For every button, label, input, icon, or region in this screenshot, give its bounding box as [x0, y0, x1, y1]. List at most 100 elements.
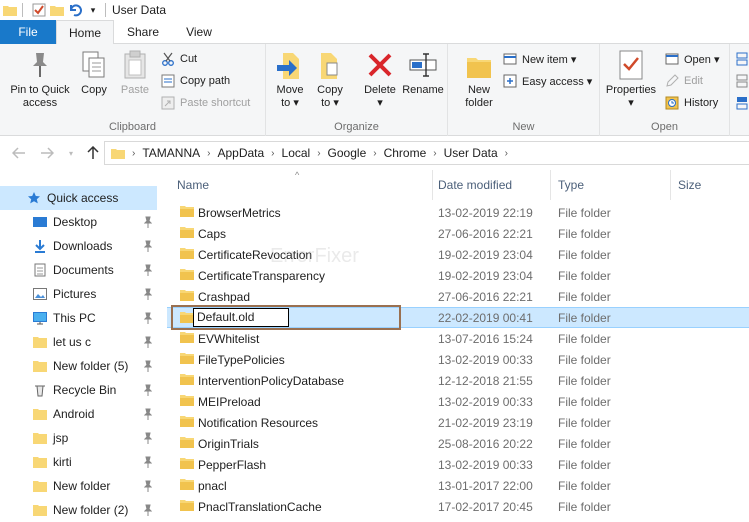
nav-documents[interactable]: Documents	[0, 258, 157, 282]
breadcrumb-google[interactable]: Google	[328, 146, 367, 160]
nav-kirti[interactable]: kirti	[0, 450, 157, 474]
pin-icon[interactable]	[143, 215, 153, 229]
column-header-type[interactable]: Type	[558, 170, 668, 200]
select-none-icon[interactable]	[736, 71, 748, 91]
copy-to-button[interactable]: Copy to ▾	[312, 48, 348, 110]
table-row[interactable]: BrowserMetrics 13-02-2019 22:19 File folde…	[167, 202, 749, 223]
edit-button[interactable]: Edit	[664, 71, 703, 91]
pin-icon[interactable]	[143, 359, 153, 373]
pin-icon[interactable]	[143, 503, 153, 517]
pin-icon[interactable]	[143, 383, 153, 397]
nav-android[interactable]: Android	[0, 402, 157, 426]
invert-selection-icon[interactable]	[736, 93, 748, 113]
paste-shortcut-button[interactable]: Paste shortcut	[160, 93, 250, 113]
breadcrumb-separator[interactable]: ›	[373, 148, 376, 159]
nav-new-folder[interactable]: New folder	[0, 474, 157, 498]
column-header-date[interactable]: Date modified	[438, 170, 553, 200]
breadcrumb-separator[interactable]: ›	[271, 148, 274, 159]
tab-file[interactable]: File	[0, 20, 56, 44]
pin-to-quick-access-button[interactable]: Pin to Quick access	[6, 48, 74, 110]
breadcrumb-separator[interactable]: ›	[207, 148, 210, 159]
address-box[interactable]: › TAMANNA › AppData › Local › Google › C…	[104, 141, 749, 165]
nav-pictures[interactable]: Pictures	[0, 282, 157, 306]
pin-icon[interactable]	[143, 263, 153, 277]
column-divider[interactable]	[670, 170, 671, 200]
table-row[interactable]: Crashpad 27-06-2016 22:21 File folder	[167, 286, 749, 307]
recent-locations-chevron-icon[interactable]: ▾	[62, 144, 80, 162]
new-folder-button[interactable]: New folder	[460, 48, 498, 110]
up-arrow-icon[interactable]	[84, 144, 102, 162]
new-folder-icon[interactable]	[49, 2, 65, 18]
pin-icon[interactable]	[143, 455, 153, 469]
breadcrumb-user-data[interactable]: User Data	[444, 146, 498, 160]
column-divider[interactable]	[550, 170, 551, 200]
table-row[interactable]: Notification Resources 21-02-2019 23:19 Fi…	[167, 412, 749, 433]
nav-recycle-bin[interactable]: Recycle Bin	[0, 378, 157, 402]
column-header-name[interactable]: Name	[177, 170, 432, 200]
nav-jsp[interactable]: jsp	[0, 426, 157, 450]
pin-icon[interactable]	[143, 431, 153, 445]
breadcrumb-local[interactable]: Local	[282, 146, 311, 160]
copy-path-button[interactable]: Copy path	[160, 71, 230, 91]
nav-this-pc[interactable]: This PC	[0, 306, 157, 330]
easy-access-button[interactable]: Easy access ▾	[502, 71, 592, 91]
column-divider[interactable]	[432, 170, 433, 200]
nav-let-us-c[interactable]: let us c	[0, 330, 157, 354]
table-row[interactable]: PnaclTranslationCache 17-02-2017 20:45 Fil…	[167, 496, 749, 517]
pin-icon[interactable]	[143, 311, 153, 325]
new-item-button[interactable]: New item ▾	[502, 49, 576, 69]
history-button[interactable]: History	[664, 93, 718, 113]
tab-view[interactable]: View	[172, 20, 226, 44]
nav-new-folder-5[interactable]: New folder (5)	[0, 354, 157, 378]
file-type: File folder	[558, 415, 611, 430]
breadcrumb-separator[interactable]: ›	[132, 148, 135, 159]
breadcrumb-separator[interactable]: ›	[505, 148, 508, 159]
undo-icon[interactable]	[67, 2, 83, 18]
copy-button[interactable]: Copy	[76, 48, 112, 97]
organize-group-label: Organize	[334, 121, 379, 133]
column-header-size[interactable]: Size	[678, 170, 738, 200]
pin-icon[interactable]	[143, 239, 153, 253]
table-row[interactable]: EVWhitelist 13-07-2016 15:24 File folder	[167, 328, 749, 349]
customize-toolbar-dropdown-icon[interactable]: ▾	[85, 2, 101, 18]
table-row[interactable]: CertificateTransparency 19-02-2019 23:04 F…	[167, 265, 749, 286]
table-row[interactable]: pnacl 13-01-2017 22:00 File folder	[167, 475, 749, 496]
pin-icon[interactable]	[143, 287, 153, 301]
table-row[interactable]: FileTypePolicies 13-02-2019 00:33 File fol…	[167, 349, 749, 370]
table-row[interactable]: CertificateRevocation 19-02-2019 23:04 Fil…	[167, 244, 749, 265]
table-row-selected[interactable]: Default.old 22-02-2019 00:41 File folder	[167, 307, 749, 328]
nav-new-folder-2[interactable]: New folder (2)	[0, 498, 157, 522]
back-arrow-icon[interactable]	[10, 144, 28, 162]
table-row[interactable]: PepperFlash 13-02-2019 00:33 File folder	[167, 454, 749, 475]
breadcrumb-appdata[interactable]: AppData	[217, 146, 264, 160]
breadcrumb-separator[interactable]: ›	[433, 148, 436, 159]
nav-desktop[interactable]: Desktop	[0, 210, 157, 234]
rename-input[interactable]: Default.old	[193, 308, 289, 327]
cut-button[interactable]: Cut	[160, 49, 197, 69]
file-type: File folder	[558, 205, 611, 220]
tab-share[interactable]: Share	[114, 20, 172, 44]
pin-icon[interactable]	[143, 407, 153, 421]
pin-icon[interactable]	[143, 335, 153, 349]
breadcrumb-separator[interactable]: ›	[317, 148, 320, 159]
file-name: Crashpad	[198, 289, 251, 304]
nav-quick-access[interactable]: Quick access	[0, 186, 157, 210]
table-row[interactable]: InterventionPolicyDatabase 12-12-2018 21:…	[167, 370, 749, 391]
table-row[interactable]: OriginTrials 25-08-2016 20:22 File folder	[167, 433, 749, 454]
properties-button[interactable]: Properties ▾	[602, 48, 660, 110]
tab-home[interactable]: Home	[56, 20, 114, 45]
forward-arrow-icon[interactable]	[38, 144, 56, 162]
rename-button[interactable]: Rename	[400, 48, 446, 97]
nav-downloads[interactable]: Downloads	[0, 234, 157, 258]
breadcrumb-chrome[interactable]: Chrome	[384, 146, 427, 160]
open-button[interactable]: Open ▾	[664, 49, 720, 69]
properties-checkmark-icon[interactable]	[31, 2, 47, 18]
table-row[interactable]: Caps 27-06-2016 22:21 File folder	[167, 223, 749, 244]
breadcrumb-tamanna[interactable]: TAMANNA	[142, 146, 200, 160]
delete-button[interactable]: Delete ▾	[360, 48, 400, 110]
table-row[interactable]: MEIPreload 13-02-2019 00:33 File folder	[167, 391, 749, 412]
move-to-button[interactable]: Move to ▾	[270, 48, 310, 110]
pin-icon[interactable]	[143, 479, 153, 493]
paste-button[interactable]: Paste	[116, 48, 154, 97]
select-all-icon[interactable]	[736, 49, 748, 69]
